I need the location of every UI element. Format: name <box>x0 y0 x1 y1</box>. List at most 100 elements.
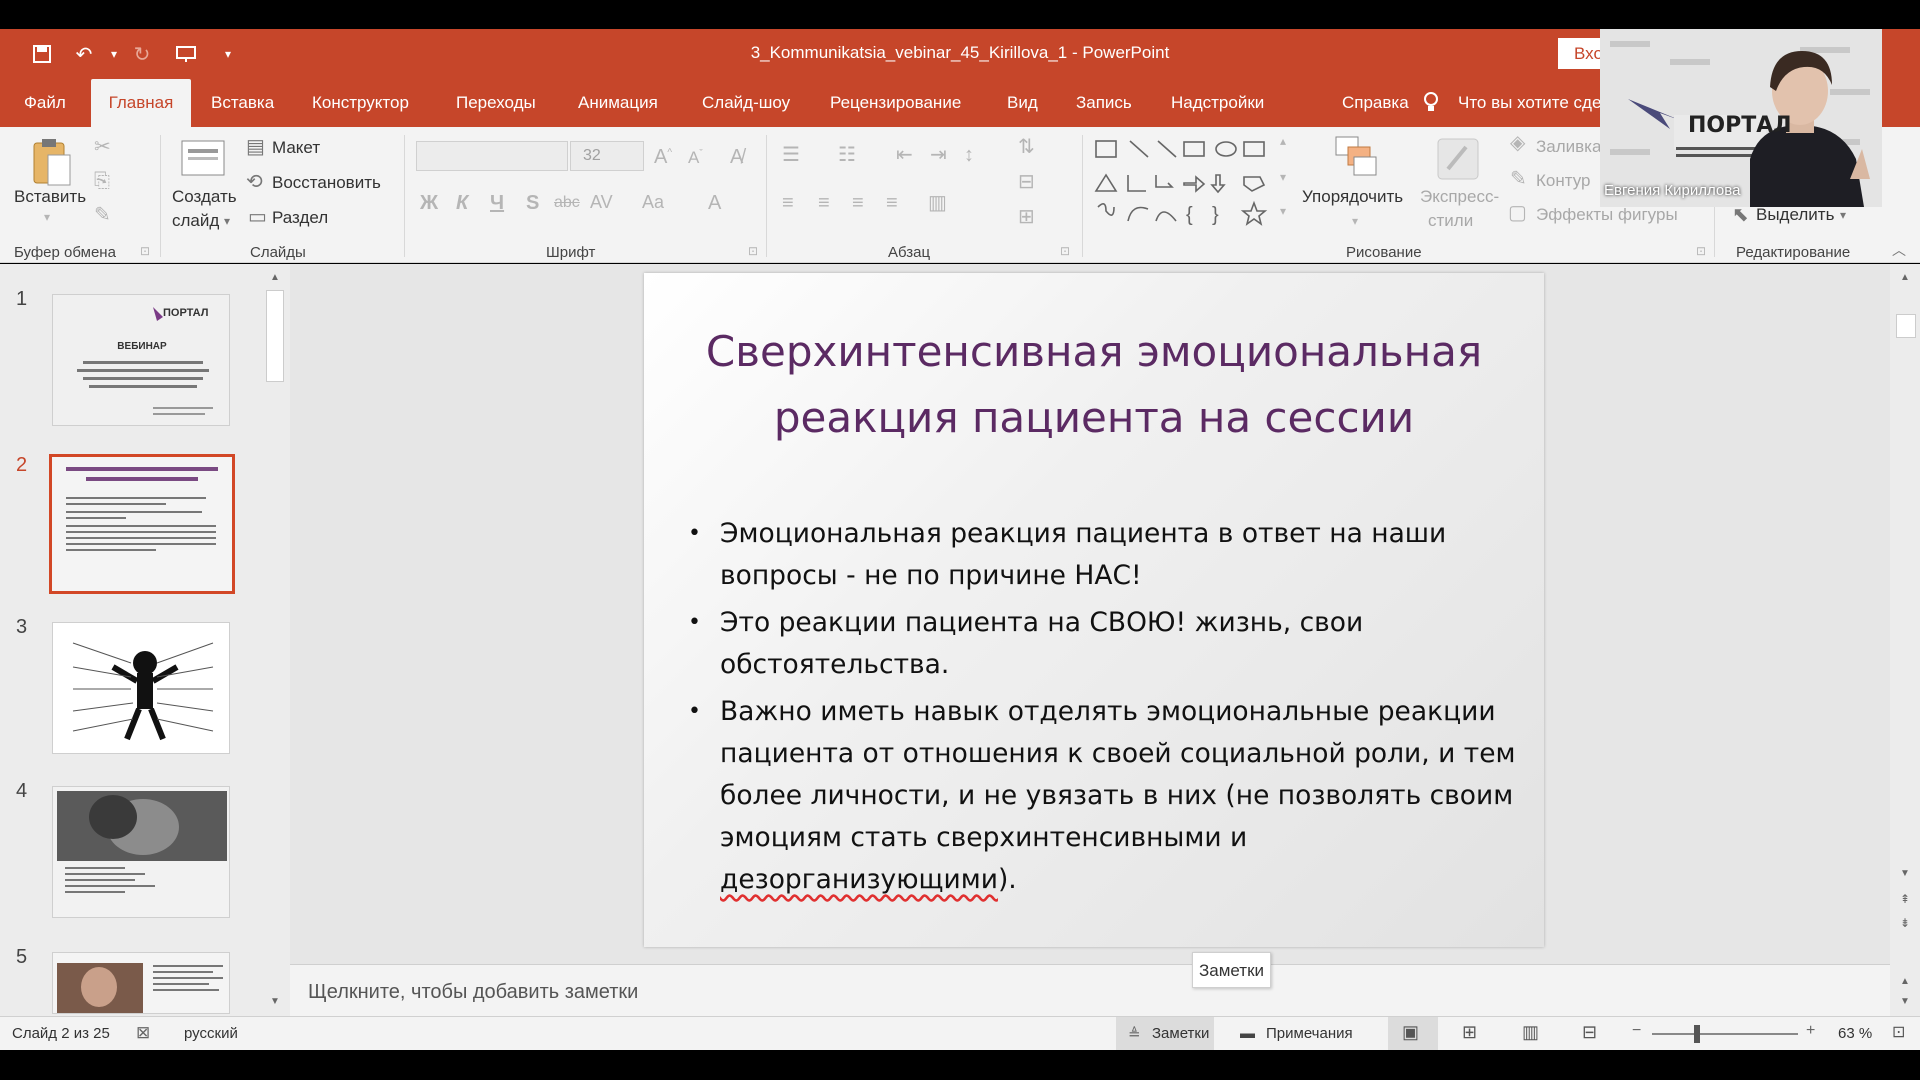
notes-pane[interactable]: Щелкните, чтобы добавить заметки <box>290 964 1890 1016</box>
scroll-up-icon[interactable]: ▲ <box>1900 272 1910 283</box>
tab-review[interactable]: Рецензирование <box>818 79 973 127</box>
strikethrough-button[interactable]: abc <box>554 195 580 211</box>
shape-outline-icon[interactable]: ✎ <box>1510 169 1527 189</box>
reset-button[interactable]: Восстановить <box>272 173 381 193</box>
shape-outline-button[interactable]: Контур <box>1536 171 1591 191</box>
font-size-select[interactable]: 32 <box>570 141 644 171</box>
tab-record[interactable]: Запись <box>1064 79 1144 127</box>
new-slide-dropdown-icon[interactable]: ▾ <box>224 215 230 227</box>
shape-effects-button[interactable]: Эффекты фигуры <box>1536 205 1678 225</box>
slide-title[interactable]: Сверхинтенсивная эмоциональная реакция п… <box>644 319 1544 451</box>
bullets-icon[interactable]: ☰ <box>782 145 800 165</box>
shape-fill-button[interactable]: Заливка <box>1536 137 1601 157</box>
current-slide[interactable]: Сверхинтенсивная эмоциональная реакция п… <box>644 273 1544 947</box>
copy-icon[interactable]: ⎘ <box>94 171 110 191</box>
new-slide-button-line2[interactable]: слайд <box>172 211 219 231</box>
scroll-down-icon[interactable]: ▼ <box>270 996 280 1007</box>
reset-icon[interactable]: ⟲ <box>246 172 263 192</box>
notes-scroll-down-icon[interactable]: ▼ <box>1900 996 1910 1007</box>
paste-button[interactable]: Вставить <box>14 187 86 207</box>
drawing-launcher-icon[interactable]: ⊡ <box>1696 245 1706 257</box>
shape-fill-icon[interactable]: ◈ <box>1510 133 1525 153</box>
scrollbar-thumb[interactable] <box>266 290 284 382</box>
select-dropdown-icon[interactable]: ▾ <box>1840 209 1846 221</box>
shapes-gallery[interactable]: { } <box>1092 137 1282 247</box>
next-slide-icon[interactable]: ⇟ <box>1900 916 1910 930</box>
tab-transitions[interactable]: Переходы <box>444 79 548 127</box>
arrange-icon[interactable] <box>1334 135 1378 183</box>
align-right-icon[interactable]: ≡ <box>852 193 864 213</box>
thumbnail-slide-5[interactable] <box>52 952 230 1014</box>
scroll-up-icon[interactable]: ▲ <box>270 272 280 283</box>
justify-icon[interactable]: ≡ <box>886 193 898 213</box>
shapes-scroll-up-icon[interactable]: ▴ <box>1280 135 1286 147</box>
shapes-more-icon[interactable]: ▾ <box>1280 205 1286 217</box>
new-slide-button-line1[interactable]: Создать <box>172 187 237 207</box>
section-icon[interactable]: ▭ <box>248 207 267 227</box>
cut-icon[interactable]: ✂ <box>94 137 111 157</box>
notes-placeholder[interactable]: Щелкните, чтобы добавить заметки <box>308 981 638 1004</box>
zoom-out-icon[interactable]: − <box>1632 1022 1641 1040</box>
thumbnail-slide-4[interactable] <box>52 786 230 918</box>
decrease-font-icon[interactable]: Aˇ <box>688 149 703 166</box>
spellcheck-icon[interactable]: ⊠ <box>136 1023 150 1043</box>
zoom-slider[interactable] <box>1652 1033 1798 1035</box>
italic-button[interactable]: К <box>456 193 468 213</box>
language-indicator[interactable]: русский <box>184 1025 238 1042</box>
arrange-button[interactable]: Упорядочить <box>1302 187 1403 207</box>
slideshow-view-icon[interactable]: ⊟ <box>1582 1022 1597 1043</box>
align-left-icon[interactable]: ≡ <box>782 193 794 213</box>
character-spacing-button[interactable]: AV <box>590 193 613 211</box>
thumbnail-slide-2[interactable] <box>49 454 235 594</box>
format-painter-icon[interactable]: ✎ <box>94 205 111 225</box>
quick-styles-button-line1[interactable]: Экспресс- <box>1420 187 1499 207</box>
slide-sorter-icon[interactable]: ⊞ <box>1462 1022 1477 1043</box>
tab-addins[interactable]: Надстройки <box>1159 79 1276 127</box>
tab-file[interactable]: Файл <box>12 79 78 127</box>
font-family-select[interactable] <box>416 141 568 171</box>
section-button[interactable]: Раздел <box>272 208 328 228</box>
zoom-in-icon[interactable]: + <box>1806 1022 1815 1040</box>
scroll-down-icon[interactable]: ▼ <box>1900 868 1910 879</box>
shadow-button[interactable]: S <box>526 193 539 213</box>
font-color-button[interactable]: A <box>708 193 721 213</box>
clear-formatting-icon[interactable]: A̸ <box>730 147 743 167</box>
tell-me-search[interactable]: Что вы хотите сде <box>1446 79 1613 127</box>
align-text-icon[interactable]: ⊟ <box>1018 172 1035 192</box>
select-icon[interactable]: ⬉ <box>1732 205 1749 225</box>
notes-scroll-up-icon[interactable]: ▲ <box>1900 976 1910 987</box>
clipboard-launcher-icon[interactable]: ⊡ <box>140 245 150 257</box>
layout-button[interactable]: Макет <box>272 138 320 158</box>
smartart-icon[interactable]: ⊞ <box>1018 207 1035 227</box>
reading-view-icon[interactable]: ▥ <box>1522 1022 1539 1043</box>
layout-icon[interactable]: ▤ <box>246 137 265 157</box>
scrollbar-thumb[interactable] <box>1896 314 1916 338</box>
bold-button[interactable]: Ж <box>420 193 438 213</box>
numbering-icon[interactable]: ☷ <box>838 145 856 165</box>
shape-effects-icon[interactable]: ▢ <box>1508 203 1527 223</box>
collapse-ribbon-icon[interactable]: ︿ <box>1892 243 1906 257</box>
line-spacing-icon[interactable]: ↕ <box>964 145 974 165</box>
tab-home[interactable]: Главная <box>91 79 191 127</box>
underline-button[interactable]: Ч <box>490 193 504 213</box>
tab-help[interactable]: Справка <box>1330 79 1421 127</box>
increase-font-icon[interactable]: A^ <box>654 147 672 167</box>
thumbnail-slide-1[interactable]: ПОРТАЛ ВЕБИНАР <box>52 294 230 426</box>
new-slide-icon[interactable] <box>180 135 226 183</box>
paste-icon[interactable] <box>30 137 74 193</box>
zoom-slider-thumb[interactable] <box>1694 1025 1700 1043</box>
tab-design[interactable]: Конструктор <box>300 79 421 127</box>
font-launcher-icon[interactable]: ⊡ <box>748 245 758 257</box>
change-case-button[interactable]: Aa <box>642 193 664 211</box>
paste-dropdown-icon[interactable]: ▾ <box>44 211 50 223</box>
tab-slideshow[interactable]: Слайд-шоу <box>690 79 802 127</box>
previous-slide-icon[interactable]: ⇞ <box>1900 892 1910 906</box>
normal-view-icon[interactable]: ▣ <box>1402 1022 1419 1043</box>
columns-icon[interactable]: ▥ <box>928 193 947 213</box>
slide-body[interactable]: • Эмоциональная реакция пациента в ответ … <box>688 513 1518 906</box>
tab-view[interactable]: Вид <box>995 79 1050 127</box>
tab-insert[interactable]: Вставка <box>199 79 286 127</box>
text-direction-icon[interactable]: ⇅ <box>1018 137 1035 157</box>
zoom-level[interactable]: 63 % <box>1838 1025 1872 1042</box>
increase-indent-icon[interactable]: ⇥ <box>930 145 947 165</box>
